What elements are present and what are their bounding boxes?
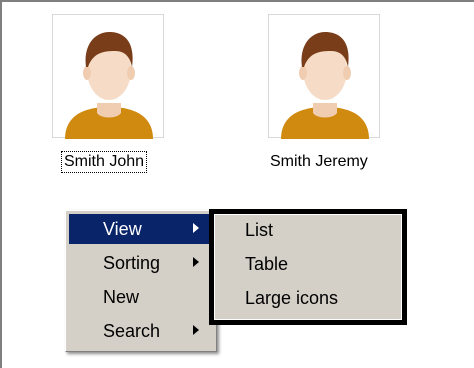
menu-item-label: Sorting	[103, 253, 161, 273]
contact-tile-smith-john[interactable]	[52, 14, 164, 139]
menu-item-label: Search	[103, 321, 161, 341]
avatar-icon	[65, 31, 153, 139]
contacts-panel: Smith John Smith Jeremy View Sorting New…	[0, 0, 474, 368]
view-submenu: List Table Large icons	[209, 209, 407, 325]
contact-name-label[interactable]: Smith Jeremy	[268, 152, 370, 172]
menu-item-label: View	[103, 219, 142, 239]
submenu-arrow-icon	[193, 223, 199, 233]
menu-item-sorting[interactable]: Sorting	[69, 248, 211, 278]
context-menu: View Sorting New Search	[65, 210, 217, 352]
submenu-item-table[interactable]: Table	[245, 250, 288, 278]
contact-tile-smith-jeremy[interactable]	[268, 14, 380, 139]
submenu-arrow-icon	[193, 257, 199, 267]
contact-name-label[interactable]: Smith John	[60, 151, 148, 173]
menu-item-search[interactable]: Search	[69, 316, 211, 346]
avatar-icon	[281, 31, 369, 139]
menu-item-label: New	[103, 287, 140, 307]
submenu-item-list[interactable]: List	[245, 216, 273, 244]
menu-item-view[interactable]: View	[69, 214, 211, 244]
submenu-arrow-icon	[193, 325, 199, 335]
submenu-item-large-icons[interactable]: Large icons	[245, 284, 338, 312]
menu-item-new[interactable]: New	[69, 282, 211, 312]
